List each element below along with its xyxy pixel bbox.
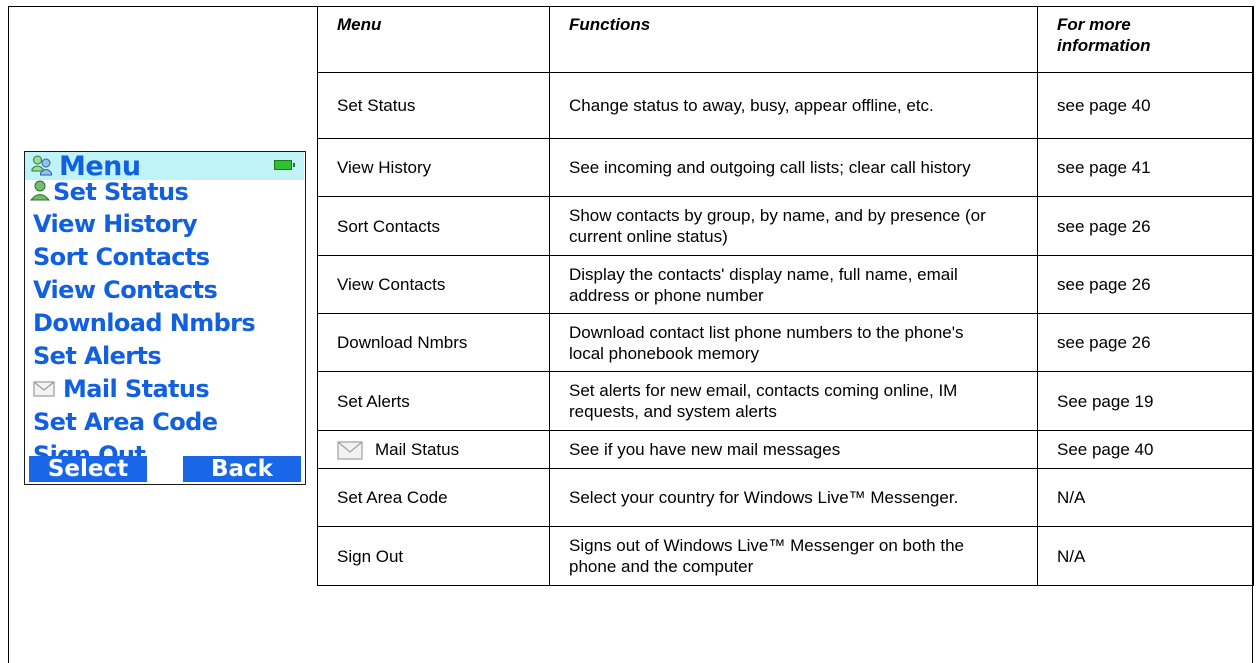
row-menu: View Contacts bbox=[317, 255, 550, 314]
phone-menu-label: Sort Contacts bbox=[33, 243, 210, 271]
row-menu: Download Nmbrs bbox=[317, 313, 550, 372]
table-row: View History See incoming and outgoing c… bbox=[317, 138, 1254, 197]
row-info: See page 19 bbox=[1037, 371, 1254, 431]
row-info: N/A bbox=[1037, 526, 1254, 586]
battery-icon bbox=[274, 160, 295, 170]
row-function: Display the contacts' display name, full… bbox=[549, 255, 1038, 314]
row-info: see page 26 bbox=[1037, 255, 1254, 314]
phone-title-bar: Menu bbox=[25, 152, 304, 182]
table-row: Sign Out Signs out of Windows Live™ Mess… bbox=[317, 526, 1254, 586]
softkey-bar: Select Back bbox=[25, 454, 305, 484]
envelope-icon bbox=[337, 441, 363, 460]
phone-column: Menu Set Status View History Sort Contac… bbox=[9, 7, 317, 663]
phone-menu-label: View History bbox=[33, 210, 198, 238]
table-row: Download Nmbrs Download contact list pho… bbox=[317, 313, 1254, 372]
row-info: see page 40 bbox=[1037, 72, 1254, 139]
row-function: See incoming and outgoing call lists; cl… bbox=[549, 138, 1038, 197]
header-functions: Functions bbox=[549, 6, 1038, 73]
phone-menu-item-set-alerts[interactable]: Set Alerts bbox=[33, 342, 162, 370]
row-menu: Sort Contacts bbox=[317, 196, 550, 256]
header-more-info-text: For more information bbox=[1057, 15, 1151, 55]
row-menu: Mail Status bbox=[317, 430, 550, 469]
table-row: View Contacts Display the contacts' disp… bbox=[317, 255, 1254, 314]
row-function: See if you have new mail messages bbox=[549, 430, 1038, 469]
phone-menu-item-set-status[interactable]: Set Status bbox=[29, 178, 189, 207]
table-row: Set Status Change status to away, busy, … bbox=[317, 72, 1254, 139]
row-function: Signs out of Windows Live™ Messenger on … bbox=[549, 526, 1038, 586]
phone-menu-label: Download Nmbrs bbox=[33, 309, 256, 337]
row-menu-label: Mail Status bbox=[375, 439, 460, 459]
person-icon bbox=[29, 179, 51, 207]
table-row: Set Area Code Select your country for Wi… bbox=[317, 468, 1254, 527]
table-row: Mail Status See if you have new mail mes… bbox=[317, 430, 1254, 469]
row-menu: View History bbox=[317, 138, 550, 197]
row-menu: Set Area Code bbox=[317, 468, 550, 527]
row-menu: Set Status bbox=[317, 72, 550, 139]
row-info: N/A bbox=[1037, 468, 1254, 527]
table-header-row: Menu Functions For more information bbox=[317, 6, 1254, 73]
row-menu: Set Alerts bbox=[317, 371, 550, 431]
row-info: see page 26 bbox=[1037, 196, 1254, 256]
header-menu: Menu bbox=[317, 6, 550, 73]
row-function: Set alerts for new email, contacts comin… bbox=[549, 371, 1038, 431]
envelope-icon bbox=[33, 376, 55, 404]
table-row: Sort Contacts Show contacts by group, by… bbox=[317, 196, 1254, 256]
row-function: Change status to away, busy, appear offl… bbox=[549, 72, 1038, 139]
row-function: Download contact list phone numbers to t… bbox=[549, 313, 1038, 372]
phone-menu-item-sort-contacts[interactable]: Sort Contacts bbox=[33, 243, 210, 271]
phone-menu-label: Set Alerts bbox=[33, 342, 162, 370]
phone-menu-item-view-contacts[interactable]: View Contacts bbox=[33, 276, 218, 304]
row-menu: Sign Out bbox=[317, 526, 550, 586]
row-function: Show contacts by group, by name, and by … bbox=[549, 196, 1038, 256]
phone-menu-item-view-history[interactable]: View History bbox=[33, 210, 198, 238]
people-icon bbox=[31, 154, 53, 176]
phone-menu-item-download-nmbrs[interactable]: Download Nmbrs bbox=[33, 309, 256, 337]
phone-menu-label: Set Area Code bbox=[33, 408, 218, 436]
header-more-info: For more information bbox=[1037, 6, 1254, 73]
phone-menu-item-mail-status[interactable]: Mail Status bbox=[33, 375, 210, 404]
menu-reference-table: Menu Functions For more information Set … bbox=[317, 6, 1254, 586]
row-info: see page 41 bbox=[1037, 138, 1254, 197]
row-info: See page 40 bbox=[1037, 430, 1254, 469]
table-row: Set Alerts Set alerts for new email, con… bbox=[317, 371, 1254, 431]
phone-screen: Menu Set Status View History Sort Contac… bbox=[24, 151, 306, 485]
row-info: see page 26 bbox=[1037, 313, 1254, 372]
select-softkey[interactable]: Select bbox=[29, 456, 147, 482]
phone-menu-label: View Contacts bbox=[33, 276, 218, 304]
row-function: Select your country for Windows Live™ Me… bbox=[549, 468, 1038, 527]
phone-menu-item-set-area-code[interactable]: Set Area Code bbox=[33, 408, 218, 436]
back-softkey[interactable]: Back bbox=[183, 456, 301, 482]
phone-menu-label: Mail Status bbox=[63, 375, 210, 403]
phone-menu-label: Set Status bbox=[53, 178, 189, 206]
